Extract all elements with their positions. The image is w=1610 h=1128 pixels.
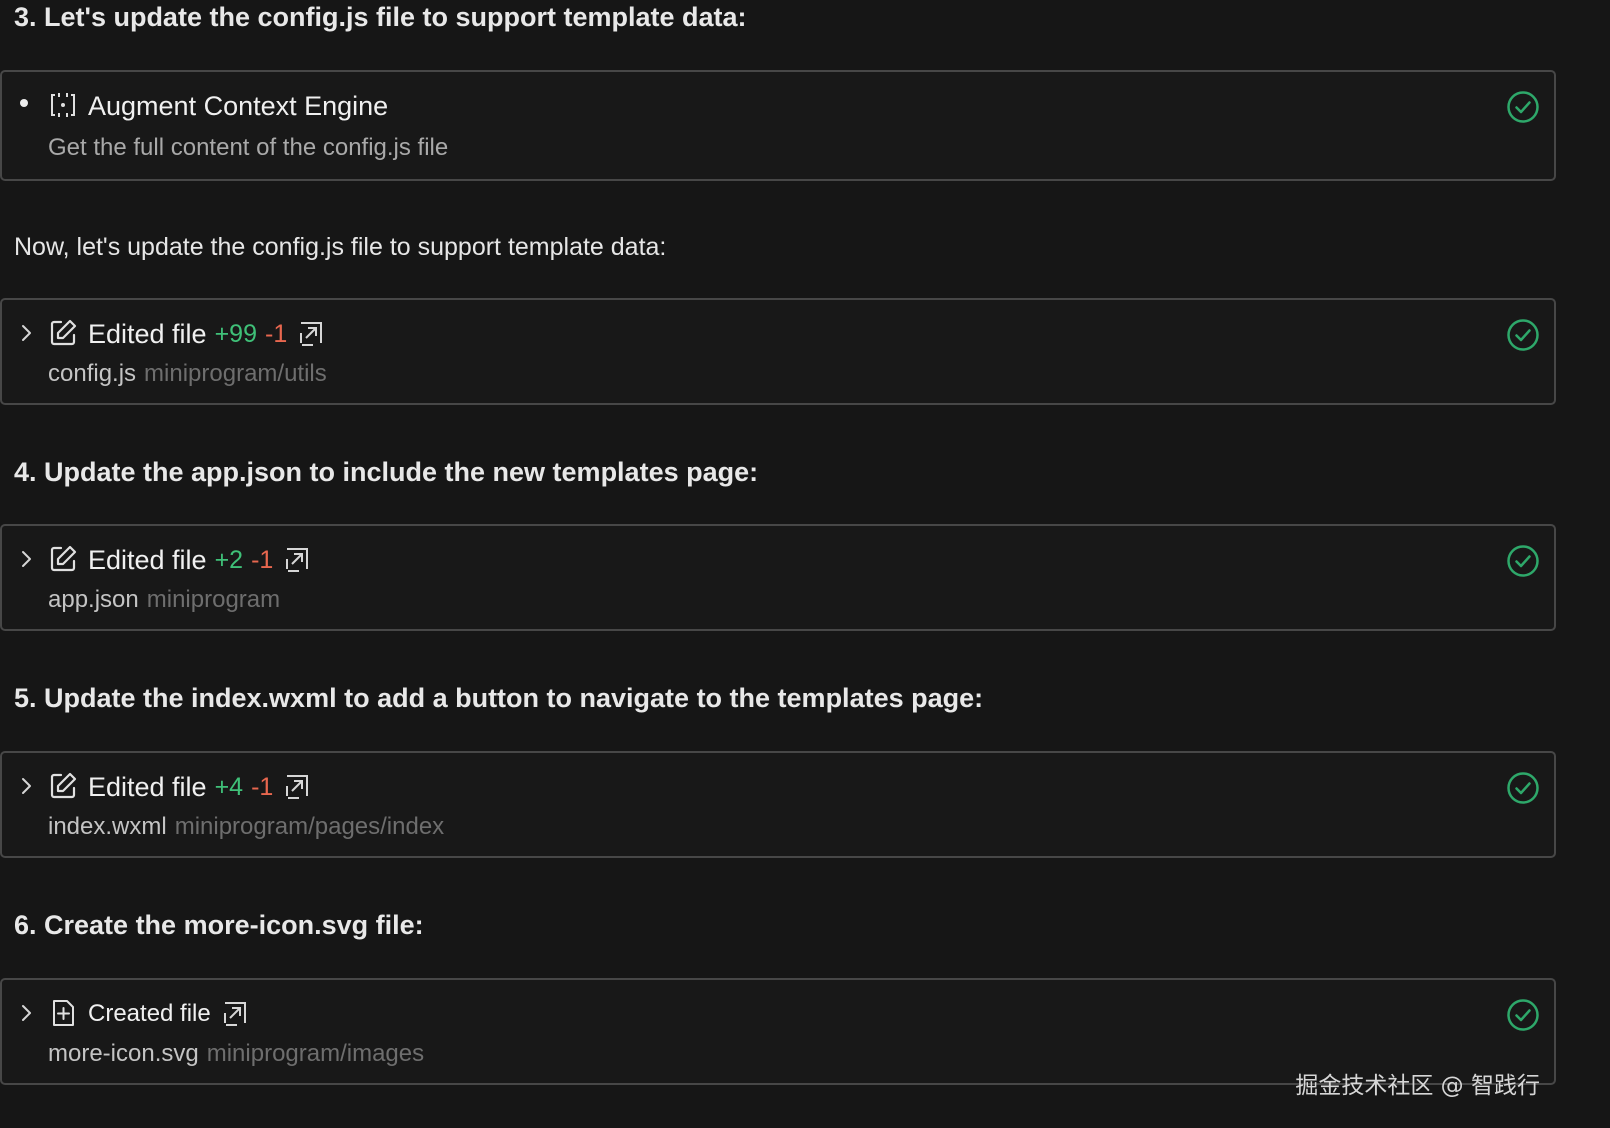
new-file-icon <box>53 1000 74 1026</box>
tool-call-card-context-engine[interactable]: Augment Context Engine Get the full cont… <box>0 70 1556 181</box>
tool-title: Edited file <box>88 318 207 349</box>
chevron-right-icon[interactable] <box>16 1001 36 1025</box>
lines-added-count: +99 <box>214 319 257 348</box>
file-path: miniprogram/utils <box>144 360 327 387</box>
tool-title: Augment Context Engine <box>88 90 389 121</box>
context-engine-icon <box>51 93 75 117</box>
intro-paragraph: Now, let's update the config.js file to … <box>14 233 667 261</box>
success-check-icon <box>1507 545 1539 577</box>
open-file-icon[interactable] <box>283 547 309 573</box>
tool-title: Edited file <box>88 771 207 802</box>
tool-title: Created file <box>88 1000 211 1027</box>
bullet-dot <box>20 99 28 107</box>
edit-icon <box>50 545 77 572</box>
success-check-icon <box>1507 91 1539 123</box>
step-6-heading: 6. Create the more-icon.svg file: <box>14 910 424 940</box>
chevron-right-icon[interactable] <box>16 774 36 798</box>
edit-icon <box>50 772 77 799</box>
tool-call-card-config[interactable]: Edited file +99 -1 config.js miniprogram/… <box>0 298 1556 405</box>
tool-title: Edited file <box>88 544 207 575</box>
success-check-icon <box>1507 772 1539 804</box>
file-name[interactable]: index.wxml <box>48 813 167 840</box>
file-path: miniprogram/pages/index <box>174 813 445 840</box>
open-file-icon[interactable] <box>221 1001 247 1027</box>
watermark-text: 掘金技术社区 @ 智践行 <box>1295 1073 1540 1099</box>
chevron-right-icon[interactable] <box>16 547 36 571</box>
lines-added-count: +2 <box>214 545 244 574</box>
lines-added-count: +4 <box>214 772 244 801</box>
tool-call-card-app-json[interactable]: Edited file +2 -1 app.json miniprogram <box>0 524 1556 631</box>
step-3-heading: 3. Let's update the config.js file to su… <box>14 2 747 32</box>
tool-description: Get the full content of the config.js fi… <box>48 134 449 161</box>
lines-removed-count: -1 <box>265 319 288 348</box>
lines-removed-count: -1 <box>251 545 274 574</box>
file-path: miniprogram <box>146 586 281 613</box>
file-name[interactable]: config.js <box>48 360 136 387</box>
open-file-icon[interactable] <box>297 321 323 347</box>
file-path: miniprogram/images <box>206 1040 425 1067</box>
success-check-icon <box>1507 319 1539 351</box>
lines-removed-count: -1 <box>251 772 274 801</box>
step-4-heading: 4. Update the app.json to include the ne… <box>14 457 759 487</box>
open-file-icon[interactable] <box>283 774 309 800</box>
chevron-right-icon[interactable] <box>16 321 36 345</box>
file-name[interactable]: more-icon.svg <box>48 1040 199 1067</box>
file-name[interactable]: app.json <box>48 586 139 613</box>
edit-icon <box>50 319 77 346</box>
success-check-icon <box>1507 999 1539 1031</box>
step-5-heading: 5. Update the index.wxml to add a button… <box>14 683 984 713</box>
tool-call-card-index-wxml[interactable]: Edited file +4 -1 index.wxml miniprogram/… <box>0 751 1556 858</box>
